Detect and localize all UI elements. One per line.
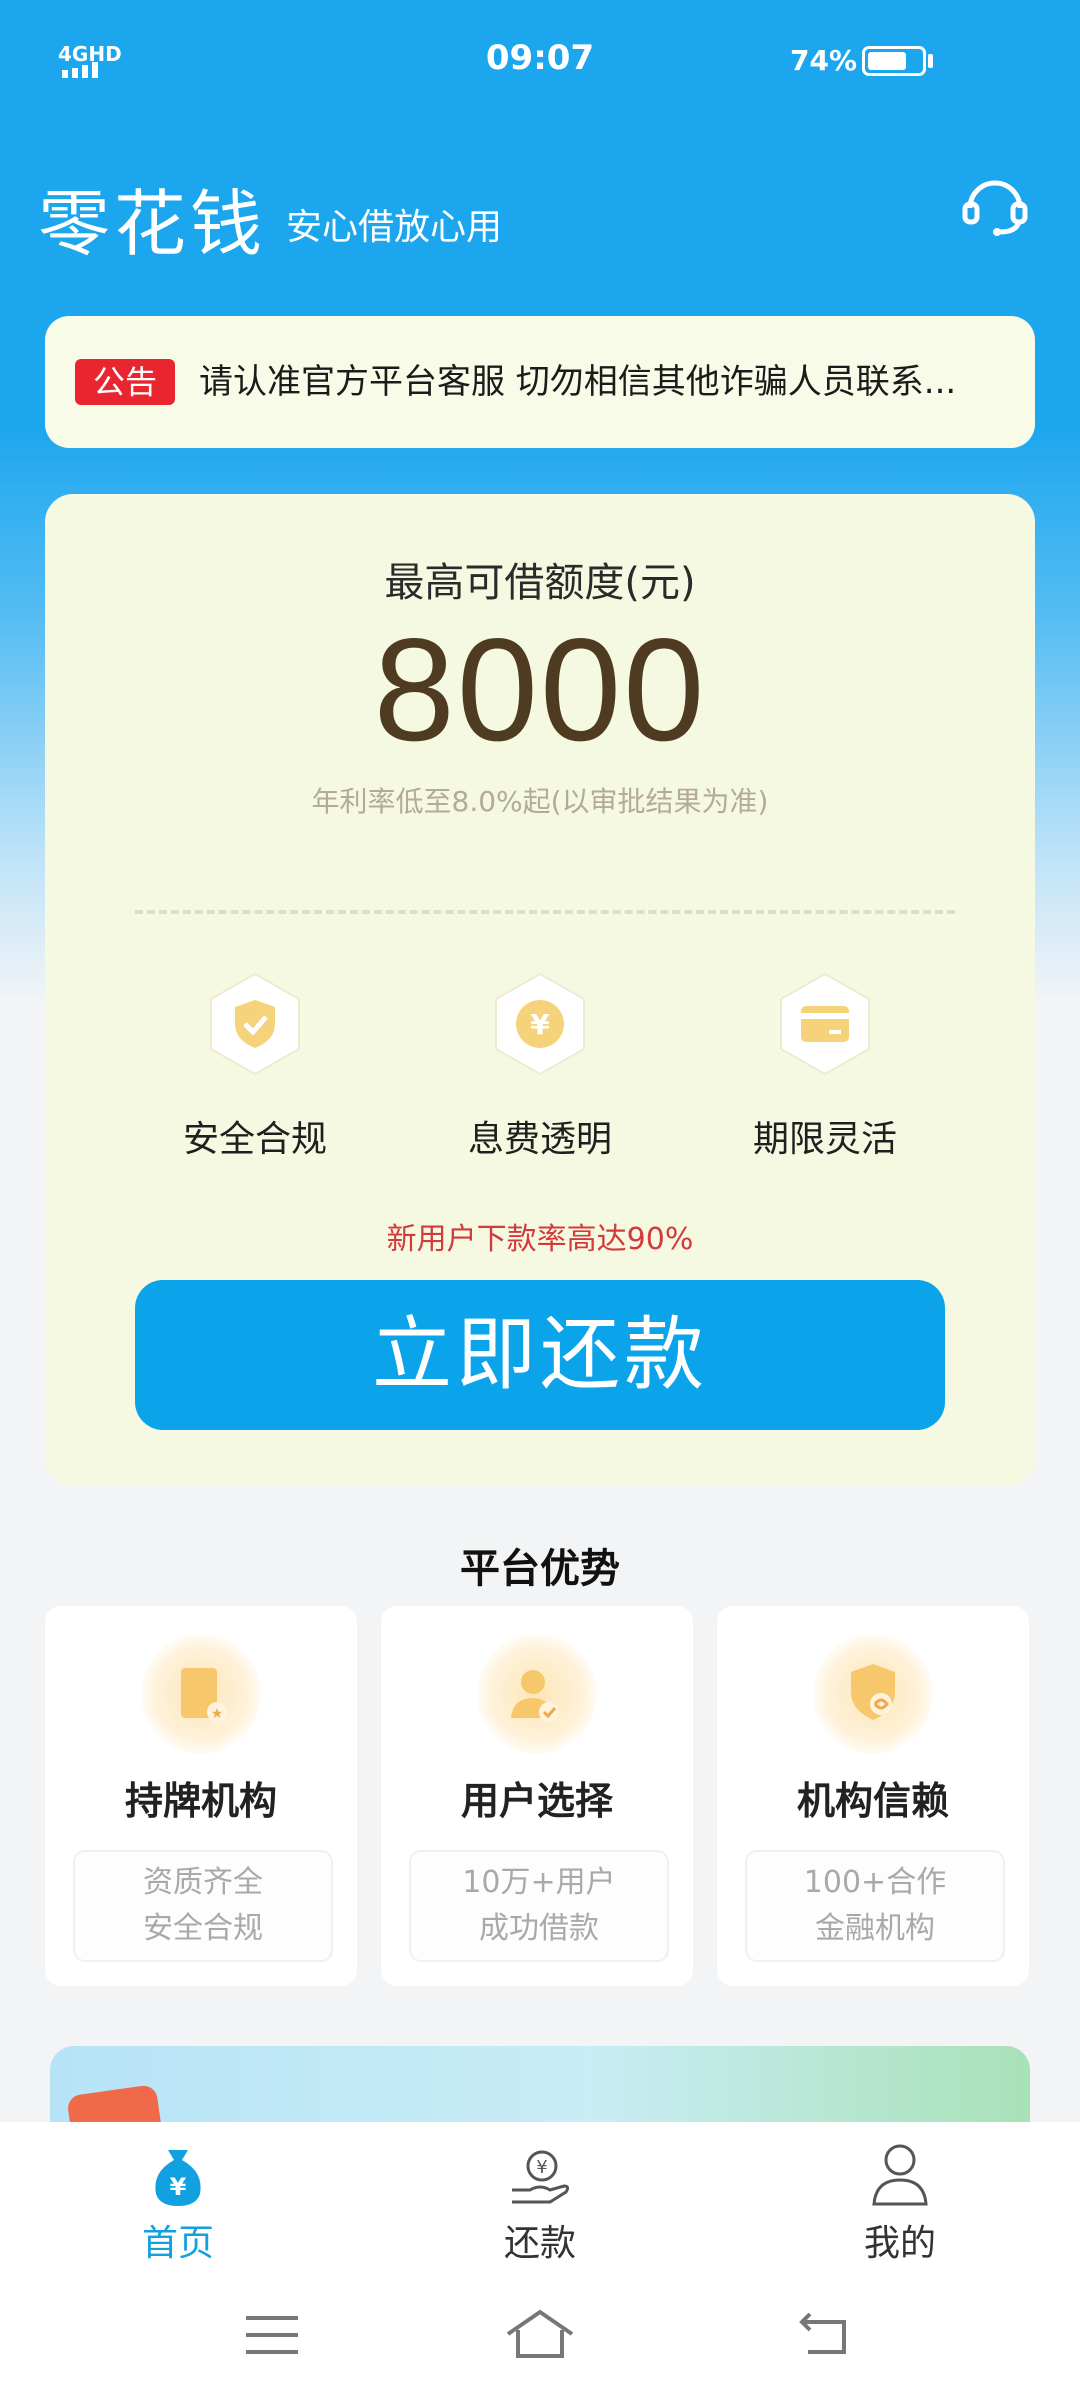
shield-check-icon: [203, 972, 307, 1076]
back-icon[interactable]: [796, 2312, 852, 2358]
battery-tip: [928, 54, 933, 68]
advantage-name: 机构信赖: [796, 1779, 949, 1823]
advantage-desc: 资质齐全 安全合规: [73, 1850, 333, 1962]
promo-text: 新用户下款率高达90%: [386, 1222, 694, 1257]
system-nav-bar: [0, 2272, 1080, 2400]
notice-text: 请认准官方平台客服 切勿相信其他诈骗人员联系...: [199, 362, 957, 402]
feature-safe: 安全合规: [135, 972, 375, 1162]
user-icon: [860, 2132, 940, 2212]
status-bar: 4GHD 09:07 74%: [0, 0, 1080, 120]
feature-label: 安全合规: [182, 1119, 327, 1160]
card-icon: [773, 972, 877, 1076]
advantage-line: 成功借款: [479, 1911, 599, 1946]
svg-text:¥: ¥: [170, 2173, 187, 2201]
battery-icon: [862, 46, 926, 76]
app-brand: 零花钱: [38, 182, 267, 266]
notice-badge: 公告: [75, 359, 175, 405]
advantage-card-users: 用户选择 10万+用户 成功借款: [381, 1606, 693, 1986]
tab-repay[interactable]: ¥ 还款: [430, 2132, 650, 2266]
advantage-line: 安全合规: [143, 1911, 263, 1946]
tab-label: 我的: [863, 2223, 936, 2264]
yuan-coin-icon: ¥: [488, 972, 592, 1076]
battery-level: [868, 52, 906, 70]
advantage-line: 10万+用户: [462, 1865, 616, 1900]
loan-card: 最高可借额度(元) 8000 年利率低至8.0%起(以审批结果为准) 安全合规 …: [45, 494, 1035, 1486]
quota-value: 8000: [373, 608, 707, 771]
advantage-desc: 100+合作 金融机构: [745, 1850, 1005, 1962]
feature-label: 期限灵活: [752, 1119, 897, 1160]
advantage-line: 100+合作: [803, 1865, 947, 1900]
bottom-tab-bar: ¥ 首页 ¥ 还款 我的: [0, 2122, 1080, 2272]
section-title: 平台优势: [460, 1546, 620, 1592]
tab-mine[interactable]: 我的: [790, 2132, 1010, 2266]
feature-transparent: ¥ 息费透明: [420, 972, 660, 1162]
feature-label: 息费透明: [467, 1119, 612, 1160]
menu-icon[interactable]: [244, 2312, 300, 2358]
license-icon: ★: [141, 1634, 261, 1754]
money-bag-icon: ¥: [138, 2132, 218, 2212]
dashed-divider: [135, 910, 955, 914]
home-icon[interactable]: [504, 2308, 576, 2360]
shield-handshake-icon: [813, 1634, 933, 1754]
quota-label: 最高可借额度(元): [384, 560, 696, 606]
notice-bar[interactable]: 公告 请认准官方平台客服 切勿相信其他诈骗人员联系...: [45, 316, 1035, 448]
advantage-line: 金融机构: [815, 1911, 935, 1946]
repay-now-button[interactable]: 立即还款: [135, 1280, 945, 1430]
battery-percent: 74%: [790, 44, 858, 77]
svg-text:¥: ¥: [530, 1008, 550, 1041]
svg-text:¥: ¥: [536, 2157, 547, 2178]
rate-note: 年利率低至8.0%起(以审批结果为准): [311, 785, 769, 818]
tab-label: 还款: [503, 2223, 576, 2264]
tab-home[interactable]: ¥ 首页: [68, 2132, 288, 2266]
advantage-card-trust: 机构信赖 100+合作 金融机构: [717, 1606, 1029, 1986]
advantage-name: 持牌机构: [124, 1779, 277, 1823]
app-slogan: 安心借放心用: [286, 207, 503, 248]
advantage-line: 资质齐全: [143, 1865, 263, 1900]
svg-text:★: ★: [211, 1706, 224, 1722]
customer-service-icon[interactable]: [960, 170, 1030, 240]
tab-label: 首页: [141, 2223, 214, 2264]
repay-hand-icon: ¥: [500, 2132, 580, 2212]
feature-flexible: 期限灵活: [705, 972, 945, 1162]
user-check-icon: [477, 1634, 597, 1754]
advantage-desc: 10万+用户 成功借款: [409, 1850, 669, 1962]
advantage-card-licensed: ★ 持牌机构 资质齐全 安全合规: [45, 1606, 357, 1986]
advantage-name: 用户选择: [460, 1779, 613, 1823]
